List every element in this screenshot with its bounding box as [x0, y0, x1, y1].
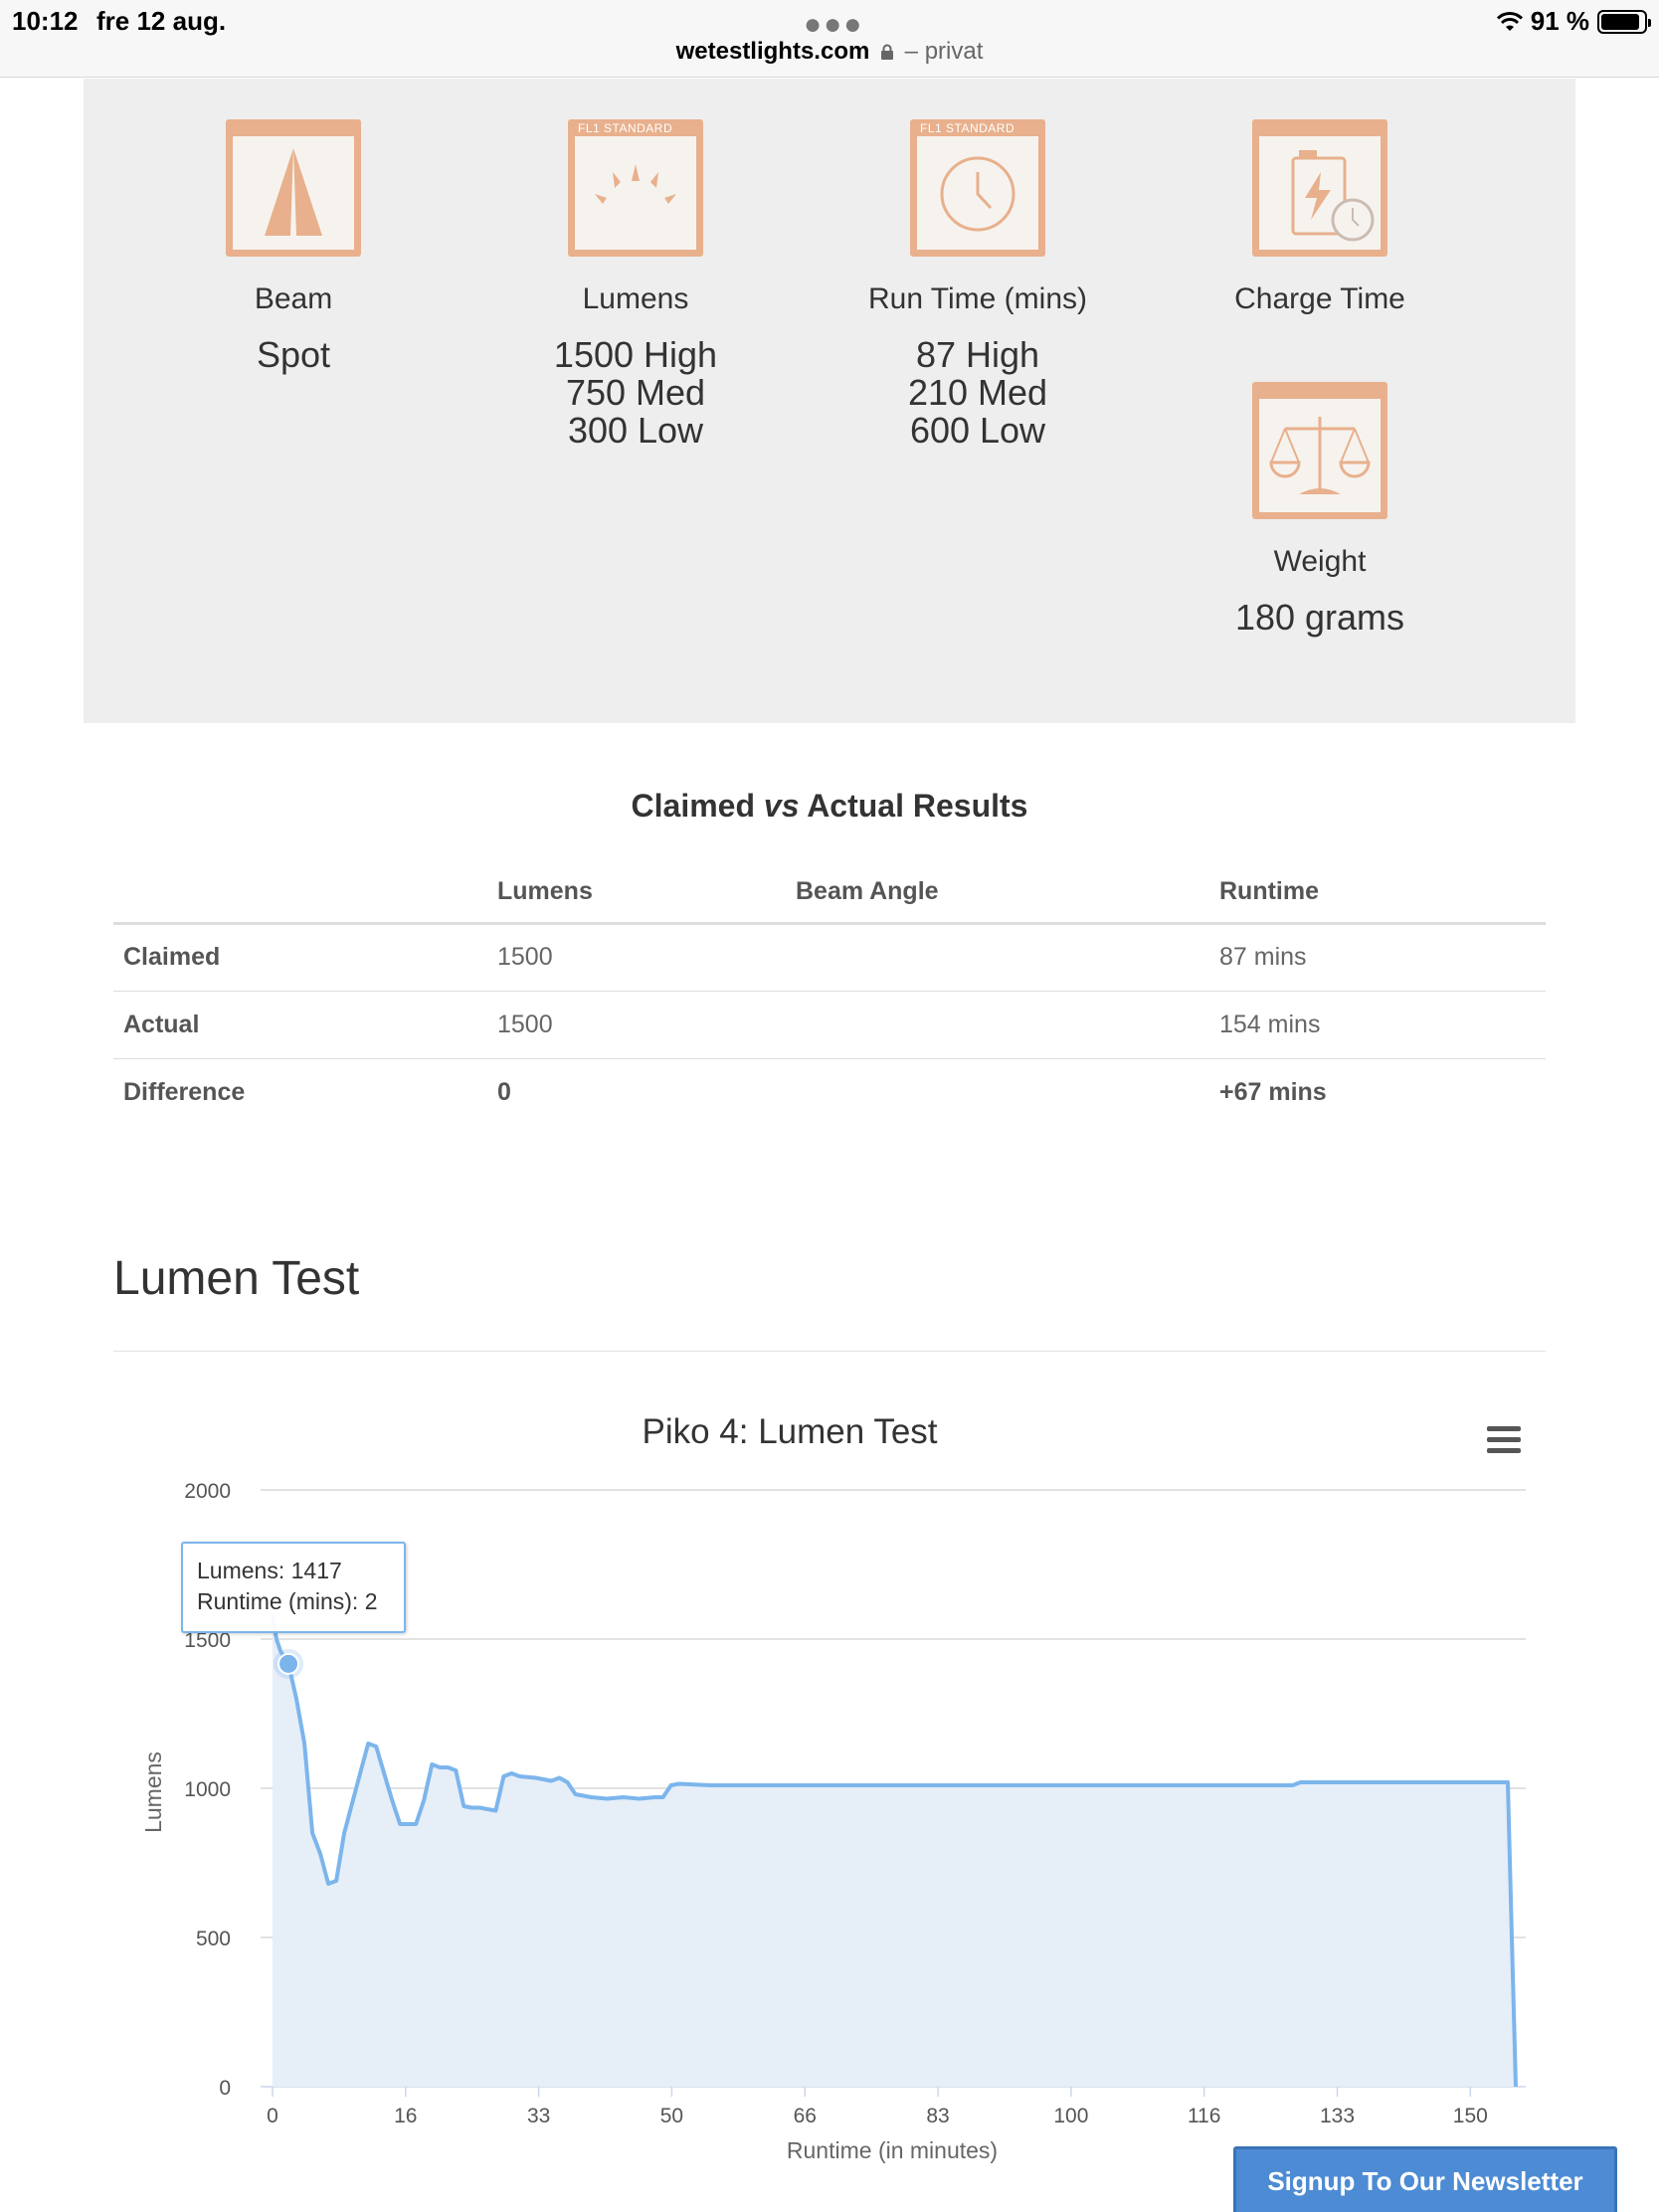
- tooltip-line: Runtime (mins): 2: [197, 1588, 378, 1614]
- spec-value: 87 High 210 Med 600 Low: [829, 336, 1127, 450]
- title-part: vs: [763, 788, 800, 824]
- spec-runtime: FL1 STANDARD Run Time (mins) 87 High 210…: [829, 119, 1127, 450]
- cell-lumens: 1500: [497, 923, 796, 992]
- x-tick-label: 66: [794, 2105, 817, 2127]
- domain-text: wetestlights.com: [675, 38, 870, 65]
- status-bar: 10:12 fre 12 aug. ●●● wetestlights.com –…: [0, 0, 1659, 78]
- wifi-icon: [1496, 11, 1523, 31]
- scale-icon: [1252, 382, 1387, 519]
- column-header: Beam Angle: [796, 861, 1219, 925]
- column-header: Runtime: [1219, 861, 1546, 925]
- column-header: [113, 861, 497, 925]
- value-line: 87 High: [915, 334, 1040, 375]
- spec-label: Beam: [254, 282, 333, 315]
- lumens-icon: FL1 STANDARD: [568, 119, 703, 257]
- y-tick-label: 500: [196, 1928, 231, 1950]
- cell-lumens: 0: [497, 1077, 511, 1106]
- spec-beam: Beam Spot: [144, 119, 443, 374]
- x-tick-label: 0: [267, 2105, 278, 2127]
- chart-menu-icon[interactable]: [1487, 1426, 1521, 1454]
- cell-beam: [796, 923, 1219, 992]
- spec-lumens: FL1 STANDARD Lumens 1500 High 750 Med 30…: [486, 119, 785, 450]
- row-label: Actual: [113, 991, 497, 1059]
- row-label: Claimed: [113, 923, 497, 992]
- hover-halo: [274, 1648, 304, 1679]
- spec-label: Run Time (mins): [867, 282, 1088, 315]
- tooltip-line: Lumens: 1417: [197, 1558, 342, 1583]
- table-row: Difference 0 +67 mins: [113, 1058, 1546, 1126]
- cell-beam: [796, 1058, 1219, 1126]
- x-tick-label: 33: [527, 2105, 550, 2127]
- table-header-row: Lumens Beam Angle Runtime: [113, 861, 1546, 925]
- cell-lumens: 1500: [497, 991, 796, 1059]
- clock-text: 10:12: [12, 6, 79, 36]
- battery-percent: 91 %: [1530, 6, 1589, 36]
- x-tick-label: 16: [394, 2105, 417, 2127]
- section-title: Lumen Test: [113, 1252, 360, 1305]
- column-header: Lumens: [497, 861, 796, 925]
- x-tick-label: 50: [660, 2105, 683, 2127]
- y-tick-label: 0: [219, 2077, 231, 2100]
- x-tick-label: 100: [1053, 2105, 1088, 2127]
- y-tick-label: 1000: [184, 1778, 231, 1801]
- x-tick-label: 83: [926, 2105, 949, 2127]
- title-part: Claimed: [631, 788, 764, 824]
- spec-label: Lumens: [582, 282, 689, 315]
- value-line: 600 Low: [909, 410, 1046, 451]
- lock-icon: [881, 44, 893, 60]
- series-line: [271, 1614, 1518, 2088]
- newsletter-signup-button[interactable]: Signup To Our Newsletter: [1233, 2146, 1617, 2212]
- x-tick-label: 150: [1453, 2105, 1488, 2127]
- x-tick-label: 133: [1320, 2105, 1355, 2127]
- spec-value: 180 grams: [1234, 597, 1405, 638]
- spec-weight: Weight 180 grams: [1171, 382, 1469, 637]
- x-axis-label: Runtime (in minutes): [787, 2137, 998, 2163]
- address-bar[interactable]: wetestlights.com – privat: [0, 38, 1659, 66]
- value-line: 300 Low: [567, 410, 704, 451]
- spec-value: Spot: [256, 334, 331, 375]
- value-line: 1500 High: [553, 334, 718, 375]
- table-row: Actual 1500 154 mins: [113, 991, 1546, 1059]
- value-line: 750 Med: [565, 372, 706, 413]
- status-icons: 91 %: [1496, 6, 1651, 37]
- privacy-text: – privat: [904, 38, 984, 65]
- comparison-table: Lumens Beam Angle Runtime Claimed 1500 8…: [113, 861, 1546, 1126]
- series-area: [273, 1615, 1516, 2087]
- cell-beam: [796, 991, 1219, 1059]
- spec-panel: Beam Spot FL1 STANDARD Lumens 1500 High …: [84, 79, 1575, 723]
- row-label: Difference: [123, 1077, 246, 1106]
- icon-band-text: FL1 STANDARD: [578, 121, 673, 135]
- x-tick-label: 116: [1188, 2105, 1220, 2127]
- table-row: Claimed 1500 87 mins: [113, 923, 1546, 992]
- divider: [113, 1351, 1546, 1352]
- clock-icon: FL1 STANDARD: [910, 119, 1045, 257]
- chart-tooltip: Lumens: 1417 Runtime (mins): 2: [181, 1542, 406, 1633]
- comparison-title: Claimed vs Actual Results: [0, 788, 1659, 825]
- chart-title: Piko 4: Lumen Test: [642, 1412, 938, 1451]
- cell-runtime: 87 mins: [1219, 923, 1546, 992]
- beam-icon: [226, 119, 361, 257]
- cell-runtime: 154 mins: [1219, 991, 1546, 1059]
- spec-label: Weight: [1273, 545, 1367, 578]
- value-line: 210 Med: [907, 372, 1048, 413]
- y-tick-label: 2000: [184, 1480, 231, 1503]
- date-text: fre 12 aug.: [96, 6, 227, 36]
- battery-icon: [1597, 9, 1651, 34]
- battery-charge-icon: [1252, 119, 1387, 257]
- icon-band-text: FL1 STANDARD: [920, 121, 1015, 135]
- spec-charge-time: Charge Time: [1171, 119, 1469, 336]
- more-dots-icon[interactable]: ●●●: [804, 8, 863, 42]
- spec-value: 1500 High 750 Med 300 Low: [486, 336, 785, 450]
- cell-runtime: +67 mins: [1219, 1077, 1327, 1106]
- title-part: Actual Results: [799, 788, 1028, 824]
- data-point: [277, 1652, 300, 1675]
- y-axis-label: Lumens: [140, 1751, 166, 1833]
- spec-label: Charge Time: [1234, 282, 1405, 315]
